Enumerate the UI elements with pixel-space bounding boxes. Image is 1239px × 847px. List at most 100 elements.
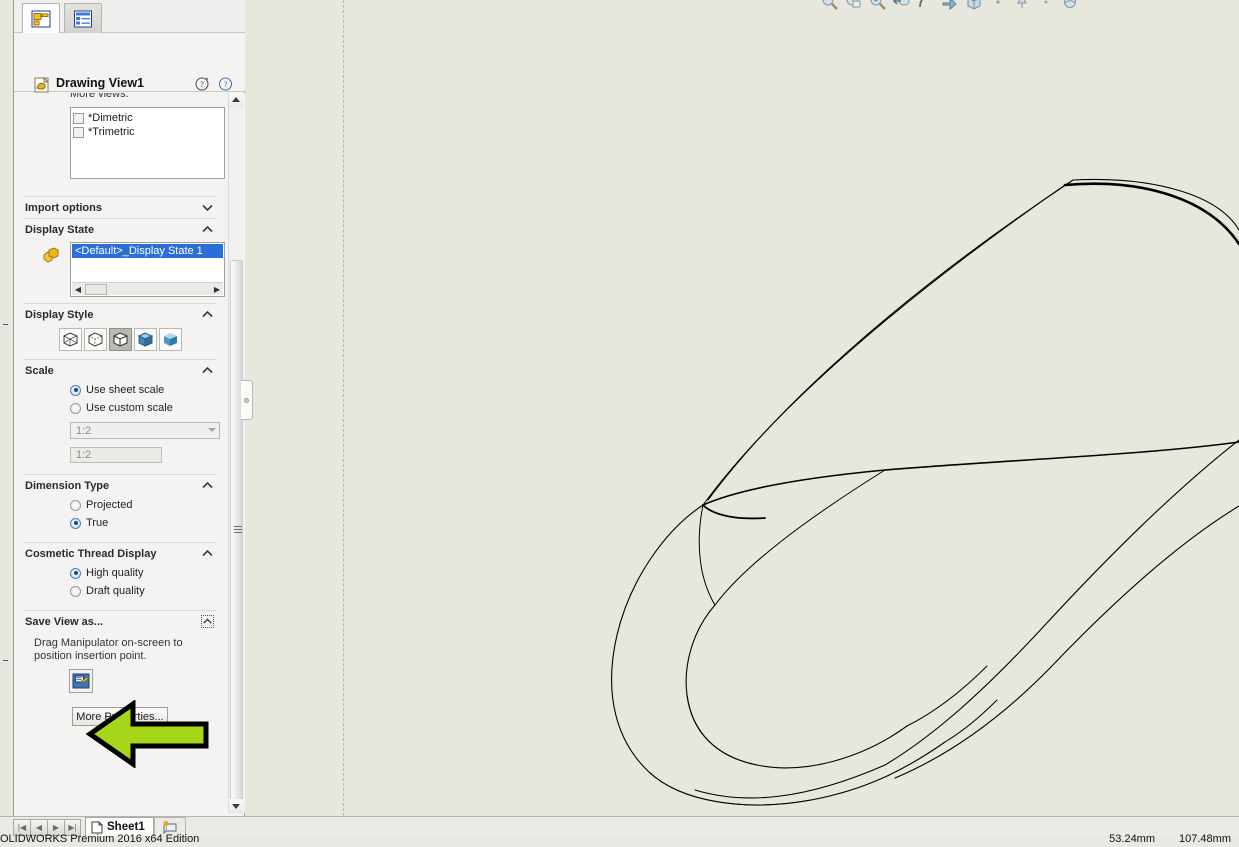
- scroll-up-button[interactable]: [229, 93, 243, 107]
- radio-draft-quality[interactable]: Draft quality: [14, 582, 226, 600]
- whats-this-help-icon[interactable]: ?: [195, 76, 210, 91]
- section-label: Dimension Type: [25, 479, 110, 492]
- section-cosmetic-thread-display[interactable]: Cosmetic Thread Display: [14, 543, 226, 564]
- section-display-state[interactable]: Display State: [14, 219, 226, 240]
- chevron-up-icon[interactable]: [201, 547, 214, 560]
- radio-use-custom-scale[interactable]: Use custom scale: [14, 399, 226, 417]
- wireframe-button[interactable]: [59, 328, 82, 351]
- chevron-up-icon[interactable]: [201, 615, 214, 628]
- drawing-sheet-area[interactable]: [245, 0, 1239, 816]
- custom-scale-input[interactable]: 1:2: [70, 447, 162, 463]
- feature-manager-tab[interactable]: [22, 3, 60, 33]
- more-views-listbox[interactable]: *Dimetric *Trimetric: [70, 107, 225, 179]
- section-save-view-as[interactable]: Save View as...: [14, 611, 226, 632]
- previous-view-icon[interactable]: [892, 0, 912, 12]
- radio-true[interactable]: True: [14, 514, 226, 532]
- shaded-with-edges-button[interactable]: [134, 328, 157, 351]
- radio-high-quality[interactable]: High quality: [14, 564, 226, 582]
- chevron-up-icon[interactable]: [201, 308, 214, 321]
- panel-scrollbar[interactable]: [228, 93, 243, 813]
- property-manager-tab[interactable]: [64, 3, 102, 33]
- splitter-dot: [244, 397, 249, 403]
- section-scale[interactable]: Scale: [14, 360, 226, 381]
- hide-show-items-icon[interactable]: [988, 0, 1008, 12]
- radio-button[interactable]: [70, 517, 81, 529]
- view-settings-icon[interactable]: [1060, 0, 1080, 12]
- scroll-right-arrow[interactable]: ▶: [211, 285, 223, 294]
- section-label: Scale: [25, 364, 54, 377]
- section-label: Display State: [25, 223, 95, 236]
- section-label: Import options: [25, 201, 102, 214]
- save-view-manipulator-button[interactable]: [69, 669, 93, 693]
- hidden-lines-visible-button[interactable]: [84, 328, 107, 351]
- view-toolbar[interactable]: [820, 0, 1080, 13]
- green-callout-arrow: [85, 700, 209, 768]
- edge-tick: [3, 660, 8, 661]
- chevron-down-icon: [232, 804, 240, 809]
- list-item-label: *Dimetric: [88, 112, 133, 124]
- edit-appearance-icon[interactable]: [1012, 0, 1032, 12]
- zoom-to-area-icon[interactable]: [844, 0, 864, 12]
- custom-scale-combo[interactable]: 1:2: [70, 422, 220, 439]
- radio-label: Use custom scale: [86, 402, 173, 414]
- list-item[interactable]: *Trimetric: [71, 125, 224, 139]
- list-item[interactable]: *Dimetric: [71, 111, 224, 125]
- radio-button[interactable]: [70, 585, 81, 597]
- checkbox[interactable]: [73, 112, 84, 124]
- property-manager-panel: Drawing View1 ? ? More views: *Dimetric …: [13, 0, 245, 816]
- section-view-icon[interactable]: [916, 0, 936, 12]
- horizontal-scrollbar[interactable]: ◀ ▶: [72, 282, 223, 295]
- section-dimension-type[interactable]: Dimension Type: [14, 475, 226, 496]
- zoom-to-fit-icon[interactable]: [820, 0, 840, 12]
- radio-label: Projected: [86, 499, 133, 511]
- status-product-label: OLIDWORKS Premium 2016 x64 Edition: [0, 833, 200, 845]
- coordinate-x: 53.24mm: [1109, 833, 1156, 845]
- custom-scale-value: 1:2: [76, 449, 92, 461]
- radio-label: High quality: [86, 567, 144, 579]
- help-icon[interactable]: ?: [218, 76, 233, 91]
- section-import-options[interactable]: Import options: [14, 197, 226, 218]
- shaded-button[interactable]: [159, 328, 182, 351]
- panel-left-edge: [0, 0, 13, 816]
- chevron-up-icon[interactable]: [201, 479, 214, 492]
- scroll-left-arrow[interactable]: ◀: [72, 285, 84, 294]
- checkbox[interactable]: [73, 126, 84, 138]
- display-style-buttons: [14, 328, 226, 351]
- radio-label: Use sheet scale: [86, 384, 165, 396]
- page-title: Drawing View1: [56, 76, 144, 90]
- radio-button[interactable]: [70, 402, 81, 414]
- display-state-icon: [43, 247, 59, 263]
- radio-button[interactable]: [70, 567, 81, 579]
- radio-button[interactable]: [70, 384, 81, 396]
- chevron-down-icon[interactable]: [201, 201, 214, 214]
- list-item-label: *Trimetric: [88, 126, 135, 138]
- hidden-lines-removed-button[interactable]: [109, 328, 132, 351]
- save-view-help-text: Drag Manipulator on-screen to position i…: [34, 637, 183, 662]
- panel-tab-strip: [14, 0, 245, 33]
- list-item-selected[interactable]: <Default>_Display State 1: [72, 244, 223, 258]
- display-style-icon[interactable]: [964, 0, 984, 12]
- radio-label: Draft quality: [86, 585, 145, 597]
- chevron-down-icon[interactable]: [208, 428, 216, 432]
- chevron-up-icon[interactable]: [201, 223, 214, 236]
- radio-projected[interactable]: Projected: [14, 496, 226, 514]
- section-display-style[interactable]: Display Style: [14, 304, 226, 325]
- zoom-in-out-icon[interactable]: [868, 0, 888, 12]
- coordinate-y: 107.48mm: [1179, 833, 1231, 845]
- display-state-listbox[interactable]: <Default>_Display State 1 ◀ ▶: [70, 242, 225, 297]
- apply-scene-icon[interactable]: [1036, 0, 1056, 12]
- scroll-thumb[interactable]: [85, 283, 107, 295]
- scroll-thumb[interactable]: [230, 260, 243, 805]
- edge-tick: [3, 324, 8, 325]
- section-label: Save View as...: [25, 615, 104, 628]
- view-orientation-icon[interactable]: [940, 0, 960, 12]
- property-manager-header: Drawing View1 ? ?: [14, 33, 245, 116]
- chevron-up-icon[interactable]: [201, 364, 214, 377]
- isometric-wireframe-model[interactable]: [245, 0, 1239, 816]
- scroll-down-button[interactable]: [229, 799, 243, 813]
- sheet-tab-label: Sheet1: [107, 821, 145, 833]
- panel-splitter-handle[interactable]: [241, 380, 253, 420]
- radio-button[interactable]: [70, 499, 81, 511]
- header-help-icons: ? ?: [195, 76, 233, 91]
- radio-use-sheet-scale[interactable]: Use sheet scale: [14, 381, 226, 399]
